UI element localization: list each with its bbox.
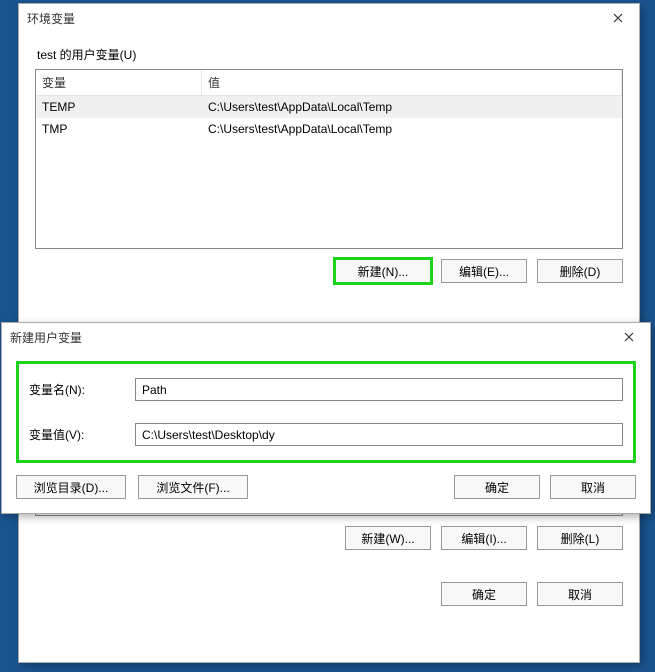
user-vars-buttons: 新建(N)... 编辑(E)... 删除(D): [35, 259, 623, 283]
ok-button[interactable]: 确定: [441, 582, 527, 606]
close-icon[interactable]: [608, 324, 650, 350]
cancel-button[interactable]: 取消: [537, 582, 623, 606]
var-value-label: 变量值(V):: [29, 426, 135, 443]
env-footer-buttons: 确定 取消: [35, 582, 623, 606]
table-row[interactable]: TEMP C:\Users\test\AppData\Local\Temp: [36, 96, 622, 118]
cancel-button[interactable]: 取消: [550, 475, 636, 499]
col-value[interactable]: 值: [202, 70, 622, 95]
var-name-input[interactable]: [135, 378, 623, 401]
new-sys-var-button[interactable]: 新建(W)...: [345, 526, 431, 550]
system-vars-buttons: 新建(W)... 编辑(I)... 删除(L): [35, 526, 623, 550]
browse-file-button[interactable]: 浏览文件(F)...: [138, 475, 248, 499]
new-user-var-button[interactable]: 新建(N)...: [335, 259, 431, 283]
var-name-label: 变量名(N):: [29, 381, 135, 398]
delete-sys-var-button[interactable]: 删除(L): [537, 526, 623, 550]
list-header: 变量 值: [36, 70, 622, 96]
env-titlebar: 环境变量: [19, 4, 639, 32]
cell-val: C:\Users\test\AppData\Local\Temp: [202, 118, 622, 140]
var-name-row: 变量名(N):: [29, 378, 623, 401]
edit-sys-var-button[interactable]: 编辑(I)...: [441, 526, 527, 550]
edit-user-var-button[interactable]: 编辑(E)...: [441, 259, 527, 283]
newvar-titlebar: 新建用户变量: [2, 323, 650, 351]
var-value-row: 变量值(V):: [29, 423, 623, 446]
cell-var: TEMP: [36, 96, 202, 118]
cell-var: TMP: [36, 118, 202, 140]
user-vars-label: test 的用户变量(U): [37, 46, 623, 63]
close-icon[interactable]: [597, 5, 639, 31]
highlighted-input-area: 变量名(N): 变量值(V):: [16, 361, 636, 463]
newvar-title: 新建用户变量: [10, 329, 82, 346]
new-user-var-dialog: 新建用户变量 变量名(N): 变量值(V): 浏览目录(D)... 浏览文件(F…: [1, 322, 651, 514]
newvar-content: 变量名(N): 变量值(V): 浏览目录(D)... 浏览文件(F)... 确定…: [2, 351, 650, 513]
ok-button[interactable]: 确定: [454, 475, 540, 499]
env-title: 环境变量: [27, 10, 75, 27]
browse-dir-button[interactable]: 浏览目录(D)...: [16, 475, 126, 499]
user-vars-list[interactable]: 变量 值 TEMP C:\Users\test\AppData\Local\Te…: [35, 69, 623, 249]
cell-val: C:\Users\test\AppData\Local\Temp: [202, 96, 622, 118]
delete-user-var-button[interactable]: 删除(D): [537, 259, 623, 283]
col-variable[interactable]: 变量: [36, 70, 202, 95]
newvar-buttons: 浏览目录(D)... 浏览文件(F)... 确定 取消: [16, 475, 636, 499]
table-row[interactable]: TMP C:\Users\test\AppData\Local\Temp: [36, 118, 622, 140]
var-value-input[interactable]: [135, 423, 623, 446]
